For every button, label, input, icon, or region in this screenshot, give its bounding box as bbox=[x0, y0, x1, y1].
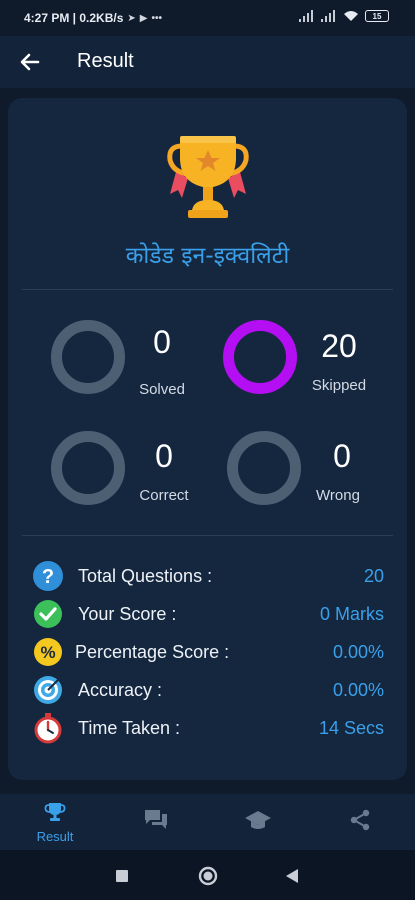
result-card: कोडेड इन-इक्वलिटी 0 Solved 20 Skipped 0 … bbox=[8, 98, 407, 780]
wifi-icon bbox=[344, 11, 358, 21]
skipped-label: Skipped bbox=[311, 377, 367, 394]
nav-share[interactable] bbox=[330, 802, 390, 846]
bottom-nav: Result bbox=[0, 794, 415, 850]
divider bbox=[22, 289, 393, 290]
nav-discussion[interactable] bbox=[126, 802, 186, 846]
status-time: 4:27 PM | 0.2KB/s bbox=[24, 11, 124, 25]
nav-result[interactable]: Result bbox=[25, 802, 85, 846]
summary-row-time-taken: Time Taken : 14 Secs bbox=[32, 712, 384, 744]
chat-icon bbox=[145, 810, 167, 829]
square-icon bbox=[116, 870, 128, 882]
summary-row-accuracy: Accuracy : 0.00% bbox=[32, 674, 384, 706]
youtube-icon: ▶ bbox=[139, 12, 148, 24]
graduation-cap-icon bbox=[245, 811, 271, 829]
home-button[interactable] bbox=[198, 866, 218, 891]
triangle-back-icon bbox=[286, 869, 298, 883]
status-left: 4:27 PM | 0.2KB/s ➤ ▶ ••• bbox=[24, 11, 162, 25]
nav-result-label: Result bbox=[36, 829, 74, 844]
solved-label: Solved bbox=[139, 381, 185, 398]
wrong-ring bbox=[227, 431, 301, 505]
summary-row-total-questions: ? Total Questions : 20 bbox=[32, 560, 384, 592]
result-screen: 4:27 PM | 0.2KB/s ➤ ▶ ••• 15 Result कोडे… bbox=[0, 0, 415, 900]
summary-value: 14 Secs bbox=[318, 718, 384, 738]
summary-label: Total Questions : bbox=[78, 566, 213, 586]
summary-value: 20 bbox=[363, 566, 384, 586]
svg-text:%: % bbox=[40, 643, 55, 662]
solved-value: 0 bbox=[153, 324, 171, 360]
telegram-icon: ➤ bbox=[127, 12, 136, 24]
divider bbox=[22, 535, 393, 536]
summary-label: Accuracy : bbox=[78, 680, 163, 700]
summary-value: 0 Marks bbox=[319, 604, 384, 624]
arrow-left-icon bbox=[20, 53, 40, 71]
stopwatch-icon bbox=[34, 713, 62, 744]
more-notifications-icon: ••• bbox=[151, 12, 163, 24]
summary-row-percentage-score: % Percentage Score : 0.00% bbox=[32, 636, 384, 668]
trophy-icon bbox=[44, 803, 66, 821]
correct-label: Correct bbox=[139, 487, 189, 504]
battery-icon: 15 bbox=[365, 10, 389, 22]
summary-value: 0.00% bbox=[332, 680, 384, 700]
skipped-ring bbox=[223, 320, 297, 394]
recents-button[interactable] bbox=[115, 869, 129, 888]
summary-label: Percentage Score : bbox=[75, 642, 230, 662]
percent-icon: % bbox=[34, 638, 62, 666]
wrong-label: Wrong bbox=[316, 487, 360, 504]
summary-row-your-score: Your Score : 0 Marks bbox=[32, 598, 384, 630]
correct-ring bbox=[51, 431, 125, 505]
app-bar: Result bbox=[0, 36, 415, 88]
status-bar: 4:27 PM | 0.2KB/s ➤ ▶ ••• 15 bbox=[0, 0, 415, 36]
share-icon bbox=[350, 809, 370, 831]
signal-2-icon bbox=[321, 10, 337, 22]
target-icon bbox=[34, 676, 62, 704]
summary-label: Time Taken : bbox=[78, 718, 181, 738]
correct-value: 0 bbox=[155, 438, 173, 474]
solved-ring bbox=[51, 320, 125, 394]
nav-learn[interactable] bbox=[228, 802, 288, 846]
page-title: Result bbox=[77, 50, 134, 72]
svg-text:?: ? bbox=[42, 566, 54, 588]
question-icon: ? bbox=[33, 561, 63, 591]
system-nav-bar bbox=[0, 850, 415, 900]
trophy-icon bbox=[167, 136, 249, 218]
summary-value: 0.00% bbox=[332, 642, 384, 662]
skipped-value: 20 bbox=[321, 328, 357, 364]
back-system-button[interactable] bbox=[285, 868, 299, 889]
wrong-value: 0 bbox=[333, 438, 351, 474]
signal-1-icon bbox=[299, 10, 315, 22]
check-icon bbox=[34, 600, 62, 628]
status-right: 15 bbox=[299, 10, 389, 22]
quiz-title: कोडेड इन-इक्वलिटी bbox=[125, 243, 290, 269]
back-button[interactable] bbox=[16, 48, 44, 76]
home-circle-icon bbox=[198, 866, 218, 886]
summary-label: Your Score : bbox=[78, 604, 177, 624]
